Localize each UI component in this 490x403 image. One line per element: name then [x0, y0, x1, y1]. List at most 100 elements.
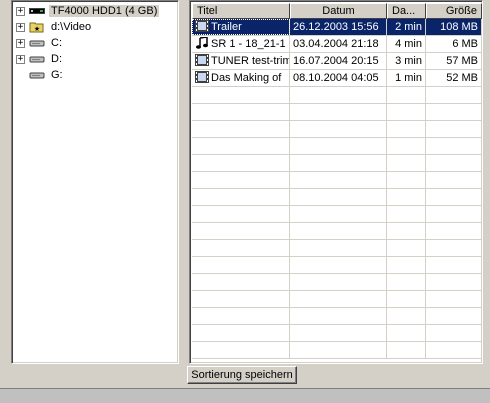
empty-row[interactable]	[192, 138, 482, 155]
expand-icon[interactable]: +	[16, 54, 25, 64]
cell-size	[426, 257, 482, 273]
cell-duration	[387, 104, 426, 120]
empty-row[interactable]	[192, 223, 482, 240]
cell-date	[290, 172, 387, 188]
cell-size	[426, 223, 482, 239]
cell-size	[426, 155, 482, 171]
column-header-size[interactable]: Größe	[426, 3, 482, 19]
cell-title: TUNER test-trim	[192, 53, 290, 69]
cell-date	[290, 138, 387, 154]
cell-date	[290, 342, 387, 358]
expand-icon[interactable]: +	[16, 38, 25, 48]
cell-size	[426, 291, 482, 307]
cell-date	[290, 240, 387, 256]
tree-item-label: d:\Video	[51, 21, 92, 33]
tree-item-label: TF4000 HDD1 (4 GB)	[49, 5, 160, 17]
cell-title	[192, 240, 290, 256]
column-header-duration[interactable]: Da...	[387, 3, 426, 19]
cell-date	[290, 325, 387, 341]
empty-row[interactable]	[192, 104, 482, 121]
save-sort-button[interactable]: Sortierung speichern	[187, 366, 297, 384]
cell-duration	[387, 155, 426, 171]
tree-item-video-folder[interactable]: + ★ d:\Video	[16, 19, 93, 35]
cell-title	[192, 104, 290, 120]
tree-item-drive-g[interactable]: G:	[16, 67, 65, 83]
cell-size	[426, 274, 482, 290]
tree-item-tf4000[interactable]: + TF4000 HDD1 (4 GB)	[16, 3, 160, 19]
empty-row[interactable]	[192, 240, 482, 257]
cell-size: 108 MB	[426, 19, 482, 35]
empty-row[interactable]	[192, 172, 482, 189]
cell-size	[426, 138, 482, 154]
folder-tree[interactable]: + TF4000 HDD1 (4 GB) + ★ d:\Video + C: +…	[11, 0, 179, 364]
cell-date	[290, 104, 387, 120]
cell-date	[290, 121, 387, 137]
cell-duration	[387, 189, 426, 205]
cell-size	[426, 172, 482, 188]
cell-duration: 3 min	[387, 53, 426, 69]
cell-title	[192, 325, 290, 341]
empty-row[interactable]	[192, 257, 482, 274]
cell-duration	[387, 291, 426, 307]
cell-date	[290, 291, 387, 307]
cell-title	[192, 172, 290, 188]
table-row[interactable]: Trailer 26.12.2003 15:56 2 min 108 MB	[192, 19, 482, 36]
empty-row[interactable]	[192, 342, 482, 359]
cell-date	[290, 308, 387, 324]
empty-row[interactable]	[192, 308, 482, 325]
recording-list[interactable]: Titel Datum Da... Größe Trailer 26.12.200…	[189, 0, 483, 364]
cell-date	[290, 87, 387, 103]
table-row[interactable]: SR 1 - 18_21-1 03.04.2004 21:18 4 min 6 MB	[192, 36, 482, 53]
table-row[interactable]: Das Making of 08.10.2004 04:05 1 min 52 MB	[192, 70, 482, 87]
cell-date: 16.07.2004 20:15	[290, 53, 387, 69]
cell-duration	[387, 308, 426, 324]
cell-duration: 1 min	[387, 70, 426, 86]
cell-date	[290, 223, 387, 239]
cell-size	[426, 308, 482, 324]
cell-title	[192, 138, 290, 154]
cell-title	[192, 206, 290, 222]
empty-row[interactable]	[192, 274, 482, 291]
cell-date	[290, 189, 387, 205]
cell-date	[290, 274, 387, 290]
drive-icon	[29, 40, 45, 47]
cell-title: Trailer	[192, 19, 290, 35]
column-header-date[interactable]: Datum	[290, 3, 387, 19]
cell-duration	[387, 223, 426, 239]
cell-date	[290, 155, 387, 171]
list-header: Titel Datum Da... Größe	[192, 3, 482, 19]
cell-date: 03.04.2004 21:18	[290, 36, 387, 52]
column-header-title[interactable]: Titel	[192, 3, 290, 19]
empty-row[interactable]	[192, 206, 482, 223]
cell-date: 26.12.2003 15:56	[290, 19, 387, 35]
drive-icon	[29, 56, 45, 63]
empty-row[interactable]	[192, 291, 482, 308]
cell-title	[192, 308, 290, 324]
cell-duration	[387, 87, 426, 103]
receiver-device-icon	[29, 8, 45, 14]
cell-duration	[387, 206, 426, 222]
expand-icon[interactable]: +	[16, 6, 25, 16]
empty-row[interactable]	[192, 155, 482, 172]
cell-size	[426, 104, 482, 120]
cell-title	[192, 257, 290, 273]
table-row[interactable]: TUNER test-trim 16.07.2004 20:15 3 min 57 M…	[192, 53, 482, 70]
cell-duration	[387, 121, 426, 137]
tree-connector	[16, 71, 25, 80]
expand-icon[interactable]: +	[16, 22, 25, 32]
film-icon	[195, 54, 209, 66]
tree-item-drive-d[interactable]: + D:	[16, 51, 64, 67]
tree-item-drive-c[interactable]: + C:	[16, 35, 64, 51]
empty-row[interactable]	[192, 121, 482, 138]
empty-row[interactable]	[192, 325, 482, 342]
empty-row[interactable]	[192, 87, 482, 104]
cell-title	[192, 189, 290, 205]
cell-size	[426, 240, 482, 256]
music-note-icon	[196, 37, 208, 49]
row-title: Das Making of	[211, 72, 282, 84]
empty-row[interactable]	[192, 189, 482, 206]
cell-size: 6 MB	[426, 36, 482, 52]
cell-duration	[387, 274, 426, 290]
cell-title	[192, 121, 290, 137]
cell-size	[426, 87, 482, 103]
